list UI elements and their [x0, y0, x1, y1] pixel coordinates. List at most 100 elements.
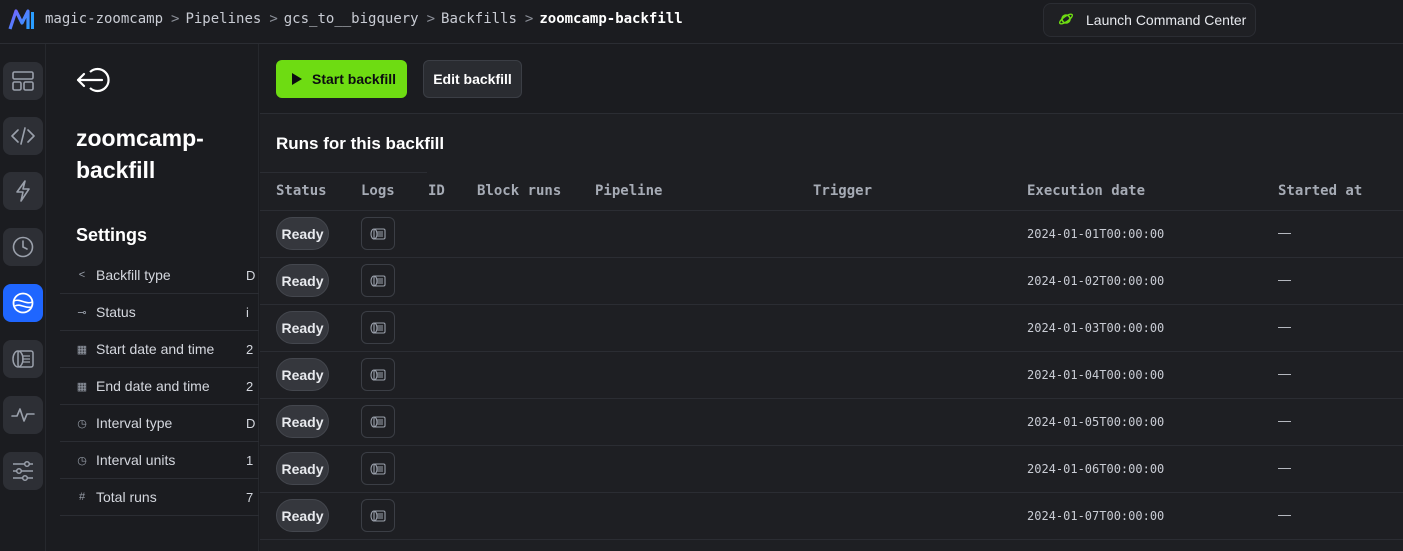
left-nav-rail: [0, 44, 46, 551]
start-backfill-button[interactable]: Start backfill: [276, 60, 407, 98]
column-trigger: Trigger: [813, 183, 873, 199]
setting-label: End date and time: [96, 378, 210, 394]
mage-logo-icon[interactable]: [8, 9, 36, 31]
table-row[interactable]: Ready 2024-01-05T00:00:00 —: [260, 399, 1403, 446]
table-row[interactable]: Ready 2024-01-07T00:00:00 —: [260, 493, 1403, 540]
setting-value: 7: [246, 489, 254, 505]
breadcrumb: magic-zoomcamp > Pipelines > gcs_to__bigquer…: [45, 11, 683, 27]
started-at: —: [1278, 225, 1291, 240]
setting-start-date: ▦ Start date and time 2: [60, 331, 259, 368]
column-id: ID: [428, 183, 445, 199]
table-row[interactable]: Ready 2024-01-02T00:00:00 —: [260, 258, 1403, 305]
column-block-runs: Block runs: [477, 183, 562, 199]
setting-label: Status: [96, 304, 136, 320]
status-badge: Ready: [276, 264, 329, 297]
column-execution-date: Execution date: [1027, 183, 1146, 199]
started-at: —: [1278, 366, 1291, 381]
column-status: Status: [276, 183, 327, 199]
breadcrumb-current: zoomcamp-backfill: [539, 11, 683, 27]
logs-button[interactable]: [361, 217, 395, 250]
settings-heading: Settings: [76, 225, 148, 245]
clock-icon: ◷: [77, 417, 87, 430]
runs-heading: Runs for this backfill: [276, 134, 445, 153]
execution-date: 2024-01-02T00:00:00: [1027, 274, 1165, 288]
nav-block-runs[interactable]: [3, 340, 43, 378]
column-pipeline: Pipeline: [595, 183, 663, 199]
nav-dashboard[interactable]: [3, 62, 43, 100]
calendar-icon: ▦: [76, 380, 88, 393]
setting-label: Backfill type: [96, 267, 171, 283]
setting-status: ⊸ Status i: [60, 294, 259, 331]
table-row[interactable]: Ready 2024-01-01T00:00:00 —: [260, 211, 1403, 258]
runs-table-header: Status Logs ID Block runs Pipeline Trigg…: [260, 172, 1403, 211]
nav-triggers[interactable]: [3, 172, 43, 210]
dashboard-icon: [12, 71, 34, 91]
breadcrumb-backfills[interactable]: Backfills: [441, 11, 517, 27]
setting-label: Total runs: [96, 489, 157, 505]
setting-value: 2: [246, 378, 254, 394]
setting-value: 1: [246, 452, 254, 468]
execution-date: 2024-01-07T00:00:00: [1027, 509, 1165, 523]
started-at: —: [1278, 507, 1291, 522]
status-icon: ⊸: [77, 306, 87, 319]
table-row[interactable]: Ready 2024-01-06T00:00:00 —: [260, 446, 1403, 493]
status-badge: Ready: [276, 499, 329, 532]
launch-command-center-label: Launch Command Center: [1086, 12, 1247, 28]
monitor-icon: [11, 408, 35, 422]
setting-total-runs: # Total runs 7: [60, 479, 259, 516]
logs-button[interactable]: [361, 499, 395, 532]
nav-code[interactable]: [3, 117, 43, 155]
main-content: Start backfill Edit backfill Runs for th…: [260, 44, 1403, 551]
setting-value: i: [246, 304, 249, 320]
breadcrumb-project[interactable]: magic-zoomcamp: [45, 11, 163, 27]
branch-icon: <: [78, 269, 86, 281]
settings-sliders-icon: [13, 460, 33, 482]
setting-backfill-type: < Backfill type D: [60, 257, 259, 294]
logs-icon: [370, 462, 386, 475]
logs-button[interactable]: [361, 405, 395, 438]
nav-backfills[interactable]: [3, 284, 43, 322]
nav-settings[interactable]: [3, 452, 43, 490]
logs-button[interactable]: [361, 264, 395, 297]
header-divider: [260, 172, 427, 173]
block-runs-icon: [12, 350, 34, 368]
setting-label: Interval type: [96, 415, 173, 431]
backfill-detail-panel: zoomcamp-backfill Settings < Backfill ty…: [60, 44, 259, 551]
setting-interval-type: ◷ Interval type D: [60, 405, 259, 442]
table-row[interactable]: Ready 2024-01-04T00:00:00 —: [260, 352, 1403, 399]
logs-icon: [370, 415, 386, 428]
backfill-title: zoomcamp-backfill: [76, 125, 204, 183]
logs-button[interactable]: [361, 358, 395, 391]
logs-icon: [370, 368, 386, 381]
start-backfill-label: Start backfill: [312, 71, 397, 87]
started-at: —: [1278, 272, 1291, 287]
breadcrumb-pipelines[interactable]: Pipelines: [185, 11, 261, 27]
logs-button[interactable]: [361, 452, 395, 485]
back-button[interactable]: [76, 66, 116, 94]
nav-monitor[interactable]: [3, 396, 43, 434]
status-badge: Ready: [276, 217, 329, 250]
setting-label: Interval units: [96, 452, 176, 468]
status-badge: Ready: [276, 358, 329, 391]
logs-icon: [370, 509, 386, 522]
breadcrumb-pipeline[interactable]: gcs_to__bigquery: [284, 11, 419, 27]
execution-date: 2024-01-05T00:00:00: [1027, 415, 1165, 429]
planet-icon: [1058, 11, 1074, 30]
setting-value: D: [246, 267, 256, 283]
logs-button[interactable]: [361, 311, 395, 344]
nav-runs[interactable]: [3, 228, 43, 266]
execution-date: 2024-01-04T00:00:00: [1027, 368, 1165, 382]
started-at: —: [1278, 460, 1291, 475]
top-bar: magic-zoomcamp > Pipelines > gcs_to__bigquer…: [0, 0, 1403, 44]
setting-label: Start date and time: [96, 341, 215, 357]
clock-icon: ◷: [77, 454, 87, 467]
logs-icon: [370, 227, 386, 240]
calendar-icon: ▦: [76, 343, 88, 356]
launch-command-center-button[interactable]: Launch Command Center: [1043, 3, 1256, 37]
started-at: —: [1278, 413, 1291, 428]
table-row[interactable]: Ready 2024-01-03T00:00:00 —: [260, 305, 1403, 352]
edit-backfill-button[interactable]: Edit backfill: [423, 60, 522, 98]
clock-icon: [12, 236, 34, 258]
execution-date: 2024-01-06T00:00:00: [1027, 462, 1165, 476]
logs-icon: [370, 321, 386, 334]
